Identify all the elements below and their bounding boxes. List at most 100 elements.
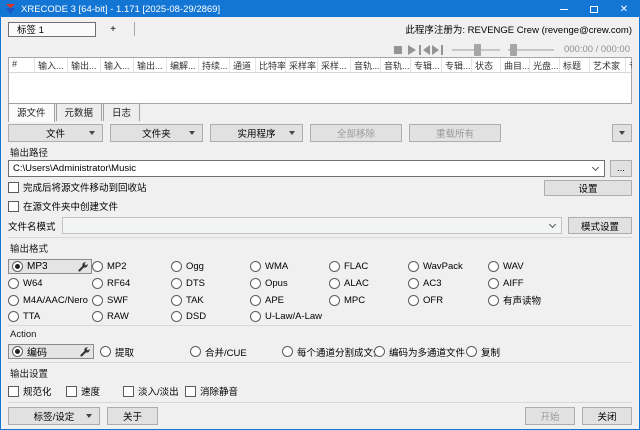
action-option-copy[interactable]: 复制 bbox=[466, 345, 632, 359]
radio-icon[interactable] bbox=[329, 278, 340, 289]
format-option-ofr[interactable]: OFR bbox=[408, 295, 488, 306]
radio-icon[interactable] bbox=[250, 311, 261, 322]
volume-slider-thumb[interactable] bbox=[510, 44, 517, 56]
utility-menu-button[interactable]: 实用程序 bbox=[210, 124, 303, 142]
radio-icon[interactable] bbox=[100, 346, 111, 357]
checkbox-icon[interactable] bbox=[8, 201, 19, 212]
column-header[interactable]: 专辑... bbox=[411, 58, 442, 72]
volume-slider[interactable] bbox=[508, 44, 554, 56]
column-header[interactable]: 编解... bbox=[167, 58, 199, 72]
format-option-wav[interactable]: WAV bbox=[488, 261, 632, 272]
action-option-merge-cue[interactable]: 合并/CUE bbox=[190, 345, 282, 359]
radio-icon[interactable] bbox=[171, 295, 182, 306]
radio-checked-icon[interactable] bbox=[12, 346, 23, 357]
minimize-button[interactable] bbox=[549, 1, 579, 17]
format-option-raw[interactable]: RAW bbox=[92, 311, 171, 322]
radio-icon[interactable] bbox=[466, 346, 477, 357]
column-header[interactable]: 输入... bbox=[35, 58, 68, 72]
column-header[interactable]: 状态 bbox=[472, 58, 501, 72]
format-option-tak[interactable]: TAK bbox=[171, 295, 250, 306]
reload-all-button[interactable]: 重载所有 bbox=[409, 124, 501, 142]
column-header[interactable]: 专辑 bbox=[626, 58, 632, 72]
radio-icon[interactable] bbox=[329, 261, 340, 272]
action-option-extract[interactable]: 提取 bbox=[100, 345, 190, 359]
start-button[interactable]: 开始 bbox=[525, 407, 575, 425]
radio-icon[interactable] bbox=[488, 261, 499, 272]
format-option-mpc[interactable]: MPC bbox=[329, 295, 408, 306]
checkbox-icon[interactable] bbox=[185, 386, 196, 397]
radio-icon[interactable] bbox=[8, 295, 19, 306]
column-header[interactable]: 音轨... bbox=[381, 58, 411, 72]
format-option-wma[interactable]: WMA bbox=[250, 261, 329, 272]
fade-option[interactable]: 淡入/淡出 bbox=[123, 384, 185, 398]
file-menu-button[interactable]: 文件 bbox=[8, 124, 103, 142]
radio-icon[interactable] bbox=[92, 261, 103, 272]
radio-icon[interactable] bbox=[8, 278, 19, 289]
radio-icon[interactable] bbox=[282, 346, 293, 357]
action-option-multichannel[interactable]: 编码为多通道文件 bbox=[374, 345, 466, 359]
radio-icon[interactable] bbox=[92, 311, 103, 322]
radio-icon[interactable] bbox=[171, 261, 182, 272]
radio-icon[interactable] bbox=[408, 295, 419, 306]
format-option-alac[interactable]: ALAC bbox=[329, 278, 408, 289]
format-option-m4a[interactable]: M4A/AAC/Nero bbox=[8, 295, 92, 306]
tags-settings-button[interactable]: 标签/设定 bbox=[8, 407, 100, 425]
about-button[interactable]: 关于 bbox=[107, 407, 158, 425]
column-header[interactable]: 音轨... bbox=[351, 58, 381, 72]
format-option-ulaw[interactable]: U-Law/A-Law bbox=[250, 311, 329, 322]
file-list-body[interactable] bbox=[9, 73, 631, 103]
column-header[interactable]: 输出... bbox=[68, 58, 101, 72]
format-option-dts[interactable]: DTS bbox=[171, 278, 250, 289]
radio-icon[interactable] bbox=[190, 346, 201, 357]
more-options-button[interactable] bbox=[612, 124, 632, 142]
radio-icon[interactable] bbox=[488, 295, 499, 306]
close-button[interactable]: ✕ bbox=[609, 1, 639, 17]
format-option-mp2[interactable]: MP2 bbox=[92, 261, 171, 272]
create-in-source-option[interactable]: 在源文件夹中创建文件 bbox=[8, 199, 632, 213]
add-tab-button[interactable]: + bbox=[96, 22, 130, 37]
column-header[interactable]: 比特率 bbox=[256, 58, 286, 72]
radio-icon[interactable] bbox=[408, 261, 419, 272]
radio-icon[interactable] bbox=[488, 278, 499, 289]
format-option-audiobook[interactable]: 有声读物 bbox=[488, 293, 632, 307]
checkbox-icon[interactable] bbox=[8, 386, 19, 397]
output-path-combobox[interactable]: C:\Users\Administrator\Music bbox=[8, 160, 605, 177]
format-option-tta[interactable]: TTA bbox=[8, 311, 92, 322]
column-header[interactable]: 曲目... bbox=[501, 58, 530, 72]
column-header[interactable]: 采样率 bbox=[286, 58, 318, 72]
tab-label-1[interactable]: 标签 1 bbox=[8, 22, 96, 37]
column-header[interactable]: # bbox=[9, 58, 35, 72]
tab-log[interactable]: 日志 bbox=[103, 103, 140, 121]
radio-icon[interactable] bbox=[92, 295, 103, 306]
maximize-button[interactable] bbox=[579, 1, 609, 17]
radio-icon[interactable] bbox=[171, 311, 182, 322]
browse-button[interactable]: ... bbox=[610, 160, 632, 177]
radio-icon[interactable] bbox=[250, 295, 261, 306]
column-header[interactable]: 艺术家 bbox=[590, 58, 626, 72]
filename-pattern-combobox[interactable] bbox=[62, 217, 562, 234]
stop-button[interactable] bbox=[392, 44, 405, 56]
format-option-ape[interactable]: APE bbox=[250, 295, 329, 306]
checkbox-icon[interactable] bbox=[8, 182, 19, 193]
radio-icon[interactable] bbox=[171, 278, 182, 289]
radio-icon[interactable] bbox=[8, 311, 19, 322]
seek-slider[interactable] bbox=[452, 44, 500, 56]
wrench-icon[interactable] bbox=[80, 347, 90, 357]
format-option-wavpack[interactable]: WavPack bbox=[408, 261, 488, 272]
remove-all-button[interactable]: 全部移除 bbox=[310, 124, 402, 142]
action-option-encode[interactable]: 编码 bbox=[8, 344, 94, 359]
format-option-opus[interactable]: Opus bbox=[250, 278, 329, 289]
radio-icon[interactable] bbox=[92, 278, 103, 289]
action-option-split-channels[interactable]: 每个通道分割成文件 bbox=[282, 345, 374, 359]
tab-source-files[interactable]: 源文件 bbox=[8, 103, 55, 122]
column-header[interactable]: 持续... bbox=[199, 58, 230, 72]
move-to-recycle-option[interactable]: 完成后将源文件移动到回收站 bbox=[8, 180, 147, 194]
format-option-ogg[interactable]: Ogg bbox=[171, 261, 250, 272]
radio-icon[interactable] bbox=[329, 295, 340, 306]
column-header[interactable]: 采样... bbox=[318, 58, 351, 72]
wrench-icon[interactable] bbox=[78, 262, 88, 272]
column-header[interactable]: 光盘... bbox=[530, 58, 560, 72]
radio-icon[interactable] bbox=[250, 261, 261, 272]
radio-checked-icon[interactable] bbox=[12, 261, 23, 272]
format-option-rf64[interactable]: RF64 bbox=[92, 278, 171, 289]
